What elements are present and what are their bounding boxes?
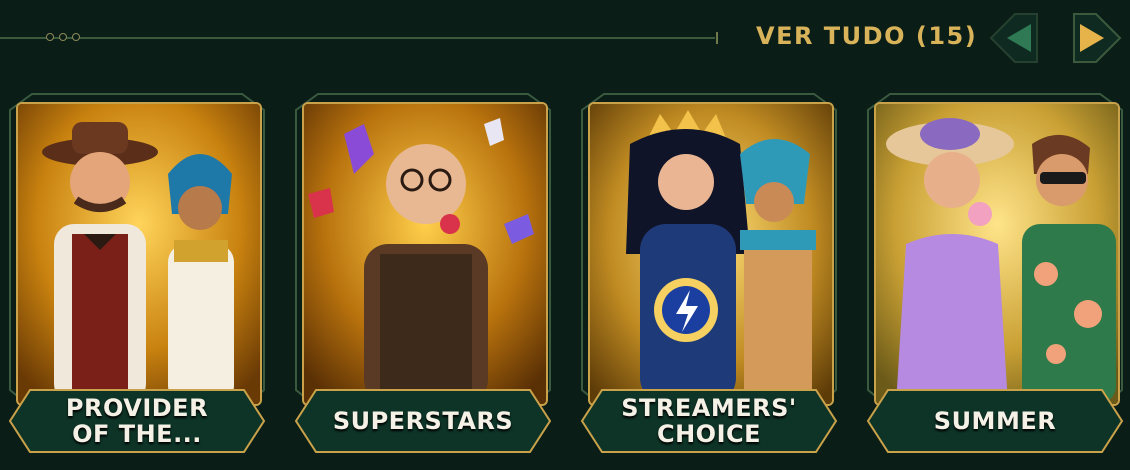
card-label-plate: SUMMER — [866, 388, 1124, 454]
card-label-plate: PROVIDER OF THE... — [8, 388, 266, 454]
category-card-summer[interactable]: SUMMER — [860, 90, 1130, 460]
category-card-streamers-choice[interactable]: STREAMERS' CHOICE — [574, 90, 844, 460]
divider-dots — [46, 33, 80, 41]
card-title: SUMMER — [933, 407, 1057, 435]
card-artwork — [16, 102, 262, 406]
triangle-left-icon — [989, 13, 1038, 63]
card-label-plate: STREAMERS' CHOICE — [580, 388, 838, 454]
divider-endcap — [716, 32, 718, 44]
card-label-plate: SUPERSTARS — [294, 388, 552, 454]
view-all-link[interactable]: VER TUDO (15) — [756, 22, 977, 50]
header-divider — [0, 32, 718, 44]
card-artwork — [588, 102, 834, 406]
triangle-right-icon — [1073, 13, 1122, 63]
prev-button[interactable] — [985, 10, 1043, 66]
card-artwork — [874, 102, 1120, 406]
card-title: PROVIDER OF THE... — [65, 394, 209, 448]
next-button[interactable] — [1068, 10, 1126, 66]
card-title: SUPERSTARS — [332, 407, 514, 435]
card-title: STREAMERS' CHOICE — [621, 394, 797, 448]
category-card-provider[interactable]: PROVIDER OF THE... — [2, 90, 272, 460]
category-card-superstars[interactable]: SUPERSTARS — [288, 90, 558, 460]
card-artwork — [302, 102, 548, 406]
